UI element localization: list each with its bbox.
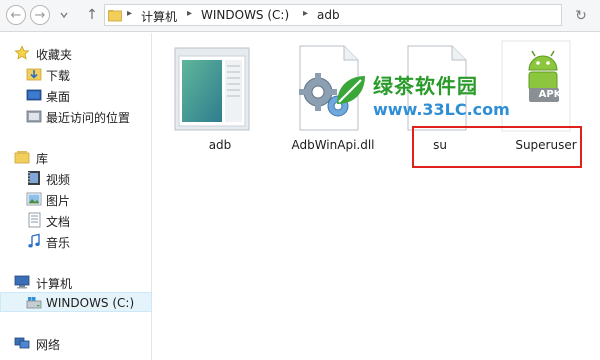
- star-icon: [14, 45, 30, 60]
- sidebar-item-videos[interactable]: 视频: [0, 168, 152, 188]
- sidebar-item-network[interactable]: 网络: [0, 333, 152, 353]
- folder-icon: [174, 47, 250, 131]
- sidebar-item-label: WINDOWS (C:): [46, 296, 135, 310]
- navigation-pane: 收藏夹 下载 桌面 最近访问的位置 库 视频 图片 文档 音乐 计算机 WIND…: [0, 33, 152, 360]
- music-icon: [28, 233, 40, 248]
- refresh-button[interactable]: ↻: [571, 6, 591, 26]
- refresh-icon: ↻: [575, 8, 587, 24]
- breadcrumb-adb[interactable]: adb: [317, 8, 340, 22]
- download-folder-icon: [26, 68, 42, 81]
- breadcrumb-separator: ▸: [127, 8, 133, 19]
- up-arrow-icon: ↑: [86, 7, 98, 23]
- sidebar-item-downloads[interactable]: 下载: [0, 64, 152, 84]
- apk-badge: APK: [538, 89, 562, 100]
- sidebar-item-libraries[interactable]: 库: [0, 147, 152, 167]
- drive-icon: [26, 297, 42, 309]
- breadcrumb-computer[interactable]: 计算机: [141, 8, 177, 25]
- watermark: 绿茶软件园 www.33LC.com: [333, 70, 533, 130]
- sidebar-item-documents[interactable]: 文档: [0, 210, 152, 230]
- recent-places-icon: [26, 110, 42, 123]
- sidebar-section-label: 网络: [36, 338, 61, 352]
- watermark-url: www.33LC.com: [373, 100, 510, 119]
- sidebar-item-windows-drive[interactable]: WINDOWS (C:): [0, 292, 152, 312]
- watermark-logo-icon: [337, 76, 365, 104]
- watermark-title: 绿茶软件园: [373, 74, 478, 98]
- file-name: adb: [208, 138, 232, 152]
- network-icon: [14, 337, 30, 349]
- desktop-icon: [26, 89, 42, 101]
- address-bar[interactable]: ▸ 计算机 ▸ WINDOWS (C:) ▸ adb: [104, 4, 562, 26]
- breadcrumb-separator[interactable]: ▸: [303, 8, 308, 19]
- recent-locations-dropdown-icon[interactable]: [60, 11, 68, 19]
- up-button[interactable]: ↑: [84, 5, 100, 25]
- sidebar-item-label: 音乐: [46, 236, 71, 250]
- library-icon: [14, 151, 30, 164]
- file-name: AdbWinApi.dll: [291, 138, 375, 152]
- sidebar-item-favorites[interactable]: 收藏夹: [0, 43, 152, 63]
- sidebar-section-label: 库: [36, 152, 49, 166]
- sidebar-item-desktop[interactable]: 桌面: [0, 85, 152, 105]
- sidebar-item-label: 文档: [46, 215, 71, 229]
- forward-arrow-icon: →: [34, 7, 46, 23]
- highlight-box: [412, 126, 582, 168]
- breadcrumb-separator[interactable]: ▸: [187, 8, 192, 19]
- file-item-adb[interactable]: adb: [170, 40, 270, 160]
- computer-icon: [14, 275, 30, 289]
- sidebar-item-pictures[interactable]: 图片: [0, 189, 152, 209]
- sidebar-item-computer[interactable]: 计算机: [0, 272, 152, 292]
- sidebar-section-label: 计算机: [36, 277, 73, 291]
- sidebar-item-music[interactable]: 音乐: [0, 231, 152, 251]
- folder-icon: [108, 10, 122, 22]
- sidebar-section-label: 收藏夹: [36, 48, 73, 62]
- sidebar-item-label: 最近访问的位置: [46, 111, 131, 125]
- back-arrow-icon: ←: [10, 7, 22, 23]
- pictures-icon: [26, 192, 42, 206]
- documents-icon: [28, 212, 41, 228]
- breadcrumb-windows-drive[interactable]: WINDOWS (C:): [201, 8, 289, 22]
- video-icon: [28, 171, 40, 185]
- sidebar-item-recent-places[interactable]: 最近访问的位置: [0, 106, 152, 126]
- forward-button[interactable]: →: [30, 5, 50, 25]
- sidebar-item-label: 视频: [46, 173, 71, 187]
- sidebar-item-label: 下载: [46, 69, 71, 83]
- sidebar-item-label: 图片: [46, 194, 71, 208]
- back-button[interactable]: ←: [6, 5, 26, 25]
- sidebar-item-label: 桌面: [46, 90, 71, 104]
- navigation-bar: ← → ↑ ▸ 计算机 ▸ WINDOWS (C:) ▸ adb ↻: [0, 0, 600, 32]
